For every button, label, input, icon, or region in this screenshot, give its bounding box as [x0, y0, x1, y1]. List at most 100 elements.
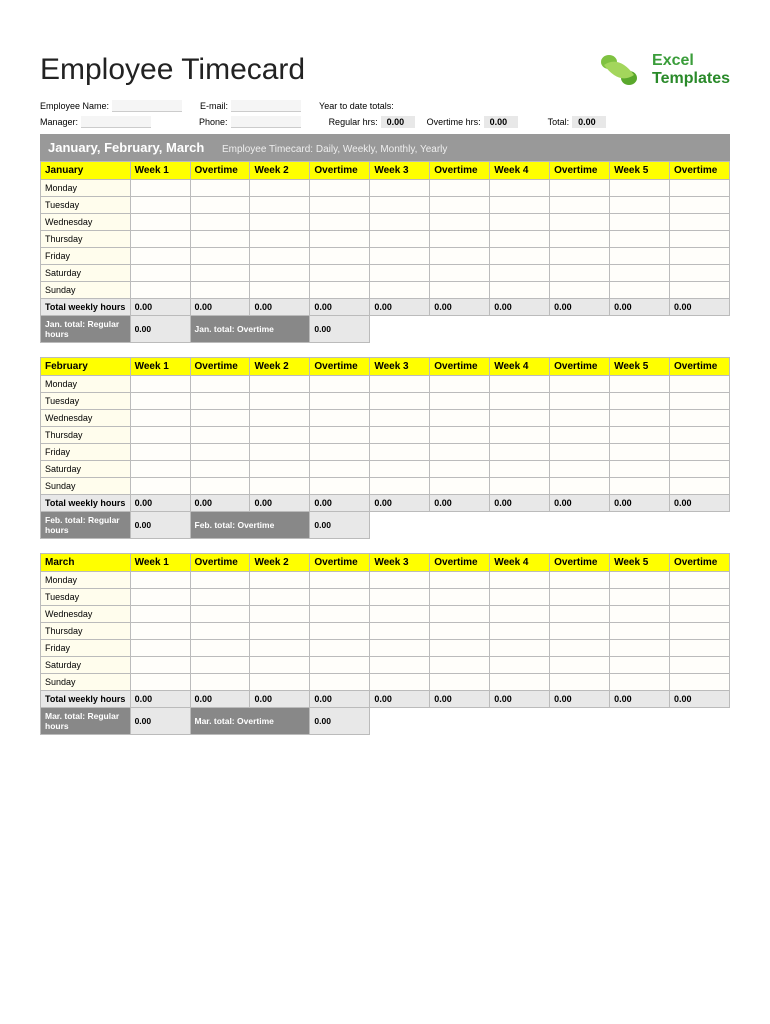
hours-cell[interactable] [370, 640, 430, 657]
hours-cell[interactable] [430, 572, 490, 589]
hours-cell[interactable] [670, 657, 730, 674]
hours-cell[interactable] [130, 427, 190, 444]
hours-cell[interactable] [370, 231, 430, 248]
hours-cell[interactable] [250, 214, 310, 231]
hours-cell[interactable] [550, 282, 610, 299]
hours-cell[interactable] [430, 427, 490, 444]
hours-cell[interactable] [550, 657, 610, 674]
hours-cell[interactable] [670, 214, 730, 231]
hours-cell[interactable] [610, 180, 670, 197]
hours-cell[interactable] [310, 657, 370, 674]
hours-cell[interactable] [490, 478, 550, 495]
hours-cell[interactable] [490, 572, 550, 589]
hours-cell[interactable] [490, 265, 550, 282]
hours-cell[interactable] [250, 265, 310, 282]
hours-cell[interactable] [370, 572, 430, 589]
hours-cell[interactable] [550, 606, 610, 623]
emp-name-field[interactable] [112, 100, 182, 112]
hours-cell[interactable] [610, 589, 670, 606]
hours-cell[interactable] [250, 282, 310, 299]
hours-cell[interactable] [490, 180, 550, 197]
hours-cell[interactable] [670, 444, 730, 461]
hours-cell[interactable] [370, 180, 430, 197]
hours-cell[interactable] [250, 478, 310, 495]
hours-cell[interactable] [670, 410, 730, 427]
hours-cell[interactable] [310, 589, 370, 606]
hours-cell[interactable] [610, 282, 670, 299]
hours-cell[interactable] [370, 197, 430, 214]
hours-cell[interactable] [250, 674, 310, 691]
hours-cell[interactable] [310, 623, 370, 640]
hours-cell[interactable] [130, 657, 190, 674]
hours-cell[interactable] [370, 606, 430, 623]
hours-cell[interactable] [190, 461, 250, 478]
hours-cell[interactable] [310, 461, 370, 478]
hours-cell[interactable] [670, 180, 730, 197]
hours-cell[interactable] [670, 393, 730, 410]
hours-cell[interactable] [670, 248, 730, 265]
hours-cell[interactable] [130, 376, 190, 393]
hours-cell[interactable] [550, 376, 610, 393]
hours-cell[interactable] [190, 197, 250, 214]
hours-cell[interactable] [190, 623, 250, 640]
hours-cell[interactable] [310, 640, 370, 657]
hours-cell[interactable] [130, 180, 190, 197]
hours-cell[interactable] [310, 674, 370, 691]
hours-cell[interactable] [490, 410, 550, 427]
hours-cell[interactable] [190, 589, 250, 606]
hours-cell[interactable] [490, 214, 550, 231]
hours-cell[interactable] [370, 393, 430, 410]
hours-cell[interactable] [670, 461, 730, 478]
hours-cell[interactable] [550, 478, 610, 495]
hours-cell[interactable] [550, 197, 610, 214]
hours-cell[interactable] [190, 606, 250, 623]
hours-cell[interactable] [550, 640, 610, 657]
hours-cell[interactable] [190, 674, 250, 691]
hours-cell[interactable] [310, 248, 370, 265]
hours-cell[interactable] [370, 674, 430, 691]
hours-cell[interactable] [610, 606, 670, 623]
hours-cell[interactable] [610, 427, 670, 444]
hours-cell[interactable] [130, 265, 190, 282]
hours-cell[interactable] [370, 248, 430, 265]
hours-cell[interactable] [190, 640, 250, 657]
hours-cell[interactable] [610, 214, 670, 231]
hours-cell[interactable] [130, 444, 190, 461]
hours-cell[interactable] [430, 376, 490, 393]
hours-cell[interactable] [250, 376, 310, 393]
hours-cell[interactable] [430, 606, 490, 623]
hours-cell[interactable] [250, 589, 310, 606]
hours-cell[interactable] [490, 589, 550, 606]
hours-cell[interactable] [370, 214, 430, 231]
hours-cell[interactable] [430, 197, 490, 214]
hours-cell[interactable] [370, 427, 430, 444]
hours-cell[interactable] [430, 180, 490, 197]
hours-cell[interactable] [130, 197, 190, 214]
phone-field[interactable] [231, 116, 301, 128]
hours-cell[interactable] [250, 657, 310, 674]
hours-cell[interactable] [610, 461, 670, 478]
hours-cell[interactable] [130, 674, 190, 691]
hours-cell[interactable] [490, 674, 550, 691]
hours-cell[interactable] [490, 248, 550, 265]
hours-cell[interactable] [490, 606, 550, 623]
hours-cell[interactable] [130, 623, 190, 640]
hours-cell[interactable] [250, 444, 310, 461]
hours-cell[interactable] [490, 623, 550, 640]
hours-cell[interactable] [190, 214, 250, 231]
hours-cell[interactable] [310, 197, 370, 214]
hours-cell[interactable] [250, 197, 310, 214]
hours-cell[interactable] [130, 478, 190, 495]
hours-cell[interactable] [250, 640, 310, 657]
hours-cell[interactable] [310, 427, 370, 444]
hours-cell[interactable] [190, 376, 250, 393]
hours-cell[interactable] [310, 572, 370, 589]
hours-cell[interactable] [490, 282, 550, 299]
hours-cell[interactable] [430, 444, 490, 461]
hours-cell[interactable] [670, 640, 730, 657]
hours-cell[interactable] [550, 231, 610, 248]
hours-cell[interactable] [310, 265, 370, 282]
hours-cell[interactable] [190, 282, 250, 299]
hours-cell[interactable] [430, 461, 490, 478]
hours-cell[interactable] [550, 674, 610, 691]
